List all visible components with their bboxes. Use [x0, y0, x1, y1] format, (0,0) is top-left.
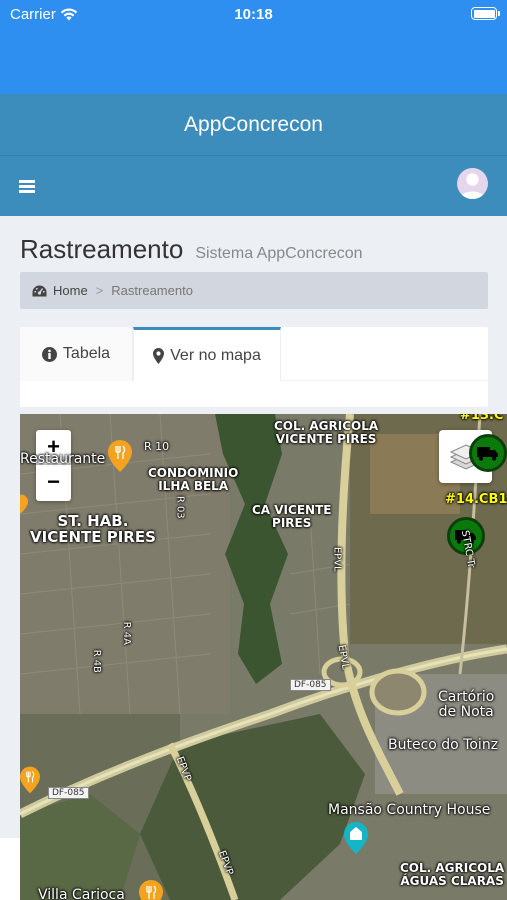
page-edge [0, 838, 20, 900]
map-label: Mansão Country House [328, 802, 491, 818]
map-label: R 03 [174, 495, 186, 519]
user-avatar-icon [460, 173, 485, 199]
app-title: AppConcrecon [0, 94, 507, 155]
page-title: Rastreamento [20, 234, 184, 264]
vehicle-marker[interactable] [469, 434, 507, 472]
tab-ver-no-mapa[interactable]: Ver no mapa [133, 327, 281, 381]
content-header: Rastreamento Sistema AppConcrecon [20, 234, 363, 265]
place-pin-icon[interactable] [344, 822, 368, 854]
map-label: Restaurante [20, 451, 106, 467]
battery-icon [471, 7, 500, 20]
map-label: R 4B [90, 649, 102, 673]
road-label: DF-085 [48, 787, 89, 799]
vehicle-label[interactable]: #14.CB14 [445, 492, 507, 507]
road-label: DF-085 [290, 679, 331, 691]
tab-tabela-label: Tabela [62, 345, 111, 362]
user-avatar[interactable] [457, 168, 488, 199]
map-label: CA VICENTE PIRES [252, 503, 332, 530]
ios-status-bar: Carrier 10:18 [0, 0, 507, 94]
vehicle-label[interactable]: #13.C [460, 414, 503, 423]
map-label: R 4A [120, 621, 132, 645]
tab-box: Tabela Ver no mapa [20, 327, 488, 407]
page-subtitle: Sistema AppConcrecon [195, 245, 363, 262]
map-marker-icon [153, 347, 165, 364]
breadcrumb-home-label: Home [53, 283, 88, 298]
map-label: R 10 [144, 440, 170, 453]
tab-list: Tabela Ver no mapa [20, 327, 488, 381]
restaurant-pin-icon[interactable] [108, 440, 132, 472]
breadcrumb-current: Rastreamento [111, 283, 193, 298]
tab-ver-no-mapa-label: Ver no mapa [170, 346, 261, 364]
breadcrumb-home[interactable]: Home [32, 283, 88, 298]
dashboard-icon [32, 285, 47, 296]
status-time: 10:18 [234, 6, 273, 23]
map-label: COL. AGRICOLA ÁGUAS CLARAS [400, 861, 505, 888]
map-label: Cartório de Nota [438, 689, 495, 720]
satellite-map[interactable]: + − #13.C #14.CB14 COL. AGRICOLA VICENTE… [20, 414, 507, 900]
main-navbar [0, 155, 507, 216]
map-label: Buteco do Toinz [388, 737, 499, 753]
map-label: COL. AGRICOLA VICENTE PIRES [274, 419, 379, 446]
map-label: Villa Carioca [38, 887, 125, 900]
place-pin-icon[interactable] [20, 494, 28, 514]
map-label: ST. HAB. VICENTE PIRES [30, 512, 156, 546]
zoom-out-button[interactable]: − [36, 465, 71, 500]
breadcrumb: Home > Rastreamento [20, 272, 488, 309]
truck-icon [477, 446, 498, 461]
restaurant-pin-icon[interactable] [20, 765, 40, 795]
tab-tabela[interactable]: Tabela [20, 327, 133, 381]
restaurant-pin-icon[interactable] [139, 880, 163, 900]
menu-toggle-icon[interactable] [19, 180, 35, 193]
info-circle-icon [41, 346, 57, 362]
map-label: EPVL [331, 546, 343, 572]
breadcrumb-separator: > [95, 283, 104, 298]
map-label: CONDOMINIO ILHA BELA [148, 466, 239, 493]
